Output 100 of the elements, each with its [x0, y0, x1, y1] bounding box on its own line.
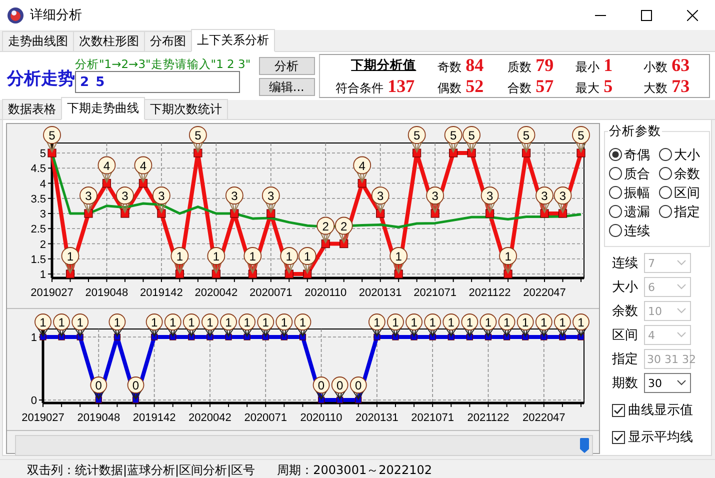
- chevron-down-icon: [677, 308, 686, 314]
- axis-label: 4: [40, 178, 46, 190]
- value-balloon: 5: [517, 126, 536, 154]
- radio-icon[interactable]: [609, 186, 622, 199]
- stat-label: 大数: [644, 80, 668, 97]
- tab[interactable]: 走势曲线图: [2, 31, 74, 51]
- value-balloon: 1: [535, 314, 552, 338]
- scroll-thumb[interactable]: [580, 438, 589, 453]
- value-balloon: 1: [368, 314, 386, 338]
- value-balloon: 3: [480, 186, 499, 214]
- edit-button[interactable]: 编辑...: [258, 78, 315, 96]
- axis-label: 2020042: [194, 287, 238, 299]
- status-text: 周期：2003001～2022102: [277, 462, 432, 478]
- value-balloon: 1: [298, 247, 316, 274]
- data-label: 1: [466, 316, 474, 330]
- radio-option[interactable]: 连续: [609, 222, 659, 239]
- data-label: 3: [486, 189, 494, 203]
- stat-value: 84: [466, 55, 484, 76]
- value-balloon: 1: [108, 314, 126, 338]
- axis-label: 2020042: [188, 412, 232, 424]
- status-text: 双击列：统计数据|蓝球分析|区间分析|区号: [27, 462, 256, 478]
- radio-option[interactable]: 大小: [659, 146, 709, 163]
- data-label: 3: [432, 189, 439, 203]
- value-balloon: 1: [164, 314, 182, 338]
- value-balloon: 5: [444, 126, 462, 154]
- axis-label: 5: [40, 148, 46, 160]
- radio-label: 大小: [674, 146, 700, 164]
- data-label: 1: [114, 316, 121, 330]
- axis-label: 2021071: [414, 287, 456, 299]
- stat-value: 52: [466, 76, 484, 97]
- tab[interactable]: 上下关系分析: [191, 29, 275, 52]
- axis-label: 0: [30, 395, 37, 407]
- radio-option[interactable]: 区间: [659, 184, 709, 201]
- value-balloon: 3: [152, 186, 170, 214]
- radio-icon[interactable]: [659, 205, 672, 218]
- radio-icon[interactable]: [659, 186, 672, 199]
- radio-icon[interactable]: [609, 224, 622, 237]
- data-label: 5: [48, 128, 56, 142]
- axis-label: 2021122: [468, 287, 511, 299]
- tab[interactable]: 下期走势曲线: [61, 97, 145, 120]
- data-label: 0: [132, 378, 140, 392]
- dropdown[interactable]: 30: [644, 373, 691, 393]
- radio-option[interactable]: 余数: [659, 165, 709, 182]
- data-label: 3: [268, 189, 275, 203]
- data-label: 4: [103, 158, 110, 173]
- value-balloon: 5: [462, 126, 480, 154]
- value-balloon: 1: [387, 314, 404, 338]
- radio-option[interactable]: 指定: [659, 203, 709, 220]
- checkbox[interactable]: [612, 404, 625, 416]
- value-balloon: 3: [554, 186, 572, 214]
- radio-option[interactable]: 奇偶: [609, 146, 659, 163]
- axis-label: 2020071: [244, 412, 288, 424]
- radio-icon[interactable]: [609, 205, 622, 218]
- data-label: 5: [450, 128, 457, 142]
- scroll-track[interactable]: [15, 435, 593, 456]
- radio-label: 奇偶: [624, 146, 650, 164]
- stat-label: 质数: [508, 59, 532, 76]
- value-balloon: 1: [294, 314, 312, 338]
- radio-icon[interactable]: [609, 148, 622, 161]
- checkbox[interactable]: [612, 430, 625, 444]
- value-balloon: 5: [408, 126, 426, 154]
- stat-label: 最大: [576, 80, 600, 97]
- value-balloon: 4: [134, 156, 152, 184]
- field-label: 期数: [612, 375, 639, 392]
- field-label: 余数: [612, 303, 639, 320]
- tab[interactable]: 数据表格: [2, 99, 62, 119]
- value-balloon: 1: [406, 314, 422, 338]
- data-label: 1: [304, 250, 312, 264]
- stat-label: 小数: [644, 59, 668, 76]
- stat-label: 奇数: [438, 59, 462, 76]
- value-balloon: 3: [371, 186, 390, 214]
- data-label: 1: [299, 316, 306, 330]
- value-balloon: 1: [220, 314, 237, 338]
- radio-option[interactable]: 振幅: [609, 184, 659, 201]
- stat-value: 137: [388, 76, 415, 97]
- radio-option[interactable]: 遗漏: [609, 203, 659, 220]
- maximize-icon[interactable]: [640, 10, 652, 20]
- data-label: 3: [122, 189, 129, 203]
- value-balloon: 1: [276, 314, 293, 338]
- value-balloon: 1: [499, 247, 517, 274]
- axis-label: 2020110: [304, 287, 347, 299]
- analyze-button[interactable]: 分析: [258, 56, 315, 74]
- radio-icon[interactable]: [659, 167, 672, 180]
- axis-label: 2020131: [358, 287, 402, 299]
- radio-option[interactable]: 质合: [609, 165, 659, 182]
- close-icon[interactable]: [686, 10, 698, 20]
- tab[interactable]: 下期次数统计: [144, 99, 228, 119]
- pattern-input[interactable]: 2 5: [75, 71, 240, 93]
- data-label: 1: [448, 316, 455, 330]
- data-label: 1: [66, 250, 74, 264]
- data-label: 1: [244, 316, 251, 330]
- radio-label: 振幅: [624, 184, 650, 202]
- value-balloon: 4: [98, 156, 116, 184]
- radio-icon[interactable]: [609, 167, 622, 180]
- chevron-down-icon: [677, 380, 686, 386]
- radio-icon[interactable]: [659, 148, 672, 161]
- value-balloon: 1: [257, 314, 274, 338]
- value-balloon: 1: [182, 314, 200, 338]
- axis-label: 4.5: [30, 163, 46, 176]
- data-label: 1: [170, 316, 177, 330]
